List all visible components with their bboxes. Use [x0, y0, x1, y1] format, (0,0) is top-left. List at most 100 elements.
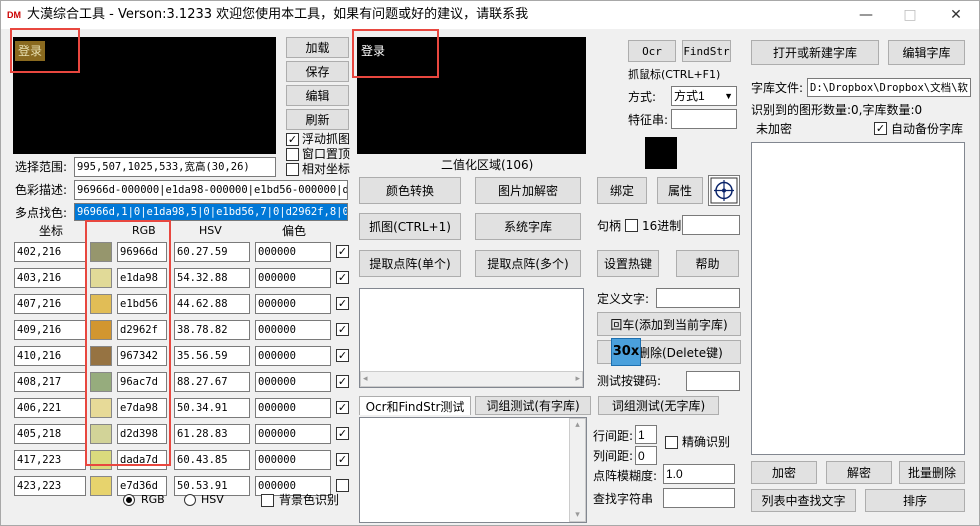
decrypt-button[interactable]: 解密 [826, 461, 892, 484]
save-button[interactable]: 保存 [286, 61, 349, 82]
hsv-field[interactable]: 35.56.59 [174, 346, 250, 366]
coord-field[interactable]: 402,216 [14, 242, 86, 262]
blur-field[interactable]: 1.0 [663, 464, 735, 484]
scroll-right-icon[interactable]: ▸ [575, 374, 580, 384]
point-enable-checkbox[interactable]: ✓ [336, 453, 349, 466]
range-field[interactable]: 995,507,1025,533,宽高(30,26) [74, 157, 276, 177]
encrypt-button[interactable]: 加密 [751, 461, 817, 484]
minimize-button[interactable]: — [843, 1, 889, 29]
offset-field[interactable]: 000000 [255, 268, 331, 288]
hsv-field[interactable]: 61.28.83 [174, 424, 250, 444]
coord-field[interactable]: 408,217 [14, 372, 86, 392]
float-capture-checkbox[interactable]: ✓ [286, 133, 299, 146]
edit-button[interactable]: 编辑 [286, 85, 349, 106]
color-desc-field[interactable]: 96966d-000000|e1da98-000000|e1bd56-00000… [74, 180, 348, 200]
batch-delete-button[interactable]: 批量删除 [899, 461, 965, 484]
scroll-left-icon[interactable]: ◂ [363, 374, 368, 384]
hsv-field[interactable]: 50.34.91 [174, 398, 250, 418]
offset-field[interactable]: 000000 [255, 450, 331, 470]
edit-lib-button[interactable]: 编辑字库 [888, 40, 965, 65]
sort-button[interactable]: 排序 [865, 489, 965, 512]
color-convert-button[interactable]: 颜色转换 [359, 177, 461, 204]
enter-add-button[interactable]: 回车(添加到当前字库) [597, 312, 741, 336]
multi-point-field[interactable]: 96966d,1|0|e1da98,5|0|e1bd56,7|0|d2962f,… [74, 203, 348, 221]
bg-color-checkbox[interactable] [261, 494, 274, 507]
lib-file-field[interactable]: D:\Dropbox\Dropbox\文档\软 [807, 78, 971, 97]
hsv-radio[interactable] [184, 494, 196, 506]
offset-field[interactable]: 000000 [255, 424, 331, 444]
coord-field[interactable]: 406,221 [14, 398, 86, 418]
hsv-field[interactable]: 54.32.88 [174, 268, 250, 288]
hsv-field[interactable]: 44.62.88 [174, 294, 250, 314]
horizontal-scrollbar[interactable]: ◂ ▸ [360, 371, 583, 387]
offset-field[interactable]: 000000 [255, 294, 331, 314]
point-enable-checkbox[interactable]: ✓ [336, 297, 349, 310]
relative-coord-checkbox[interactable] [286, 163, 299, 176]
handle-field[interactable] [682, 215, 740, 235]
coord-field[interactable]: 407,216 [14, 294, 86, 314]
maximize-button[interactable]: □ [887, 1, 933, 29]
load-button[interactable]: 加载 [286, 37, 349, 58]
refresh-button[interactable]: 刷新 [286, 109, 349, 130]
line-gap-label: 行间距: [593, 429, 634, 443]
vertical-scrollbar[interactable]: ▴ ▾ [569, 418, 586, 522]
attribute-button[interactable]: 属性 [657, 177, 703, 204]
offset-field[interactable]: 000000 [255, 320, 331, 340]
extract-multi-button[interactable]: 提取点阵(多个) [475, 250, 581, 277]
scroll-down-icon[interactable]: ▾ [575, 510, 580, 520]
feature-string-field[interactable] [671, 109, 737, 129]
offset-field[interactable]: 000000 [255, 242, 331, 262]
help-button[interactable]: 帮助 [676, 250, 739, 277]
tab-phrase-with-lib[interactable]: 词组测试(有字库) [475, 396, 591, 415]
offset-field[interactable]: 000000 [255, 398, 331, 418]
capture-button[interactable]: 抓图(CTRL+1) [359, 213, 461, 240]
find-string-field[interactable] [663, 488, 735, 508]
point-enable-checkbox[interactable] [336, 479, 349, 492]
find-in-list-button[interactable]: 列表中查找文字 [751, 489, 856, 512]
col-gap-field[interactable]: 0 [635, 446, 657, 465]
mode-select[interactable]: 方式1 ▼ [671, 86, 737, 106]
extract-single-button[interactable]: 提取点阵(单个) [359, 250, 461, 277]
point-enable-checkbox[interactable]: ✓ [336, 349, 349, 362]
point-enable-checkbox[interactable]: ✓ [336, 245, 349, 258]
font-lib-list[interactable] [751, 142, 965, 455]
hsv-field[interactable]: 60.27.59 [174, 242, 250, 262]
ocr-result-panel[interactable] [359, 417, 587, 523]
point-enable-checkbox[interactable]: ✓ [336, 401, 349, 414]
ocr-button[interactable]: Ocr [628, 40, 676, 62]
point-enable-checkbox[interactable]: ✓ [336, 375, 349, 388]
findstr-button[interactable]: FindStr [682, 40, 731, 62]
open-lib-button[interactable]: 打开或新建字库 [751, 40, 879, 65]
test-key-field[interactable] [686, 371, 740, 391]
rgb-radio[interactable] [123, 494, 135, 506]
crosshair-finder-icon[interactable] [708, 175, 740, 206]
point-enable-checkbox[interactable]: ✓ [336, 323, 349, 336]
close-button[interactable]: ✕ [933, 1, 979, 29]
system-lib-button[interactable]: 系统字库 [475, 213, 581, 240]
coord-field[interactable]: 410,216 [14, 346, 86, 366]
tab-phrase-no-lib[interactable]: 词组测试(无字库) [598, 396, 719, 415]
window-top-checkbox[interactable] [286, 148, 299, 161]
hex-checkbox[interactable] [625, 219, 638, 232]
point-enable-checkbox[interactable]: ✓ [336, 271, 349, 284]
hsv-field[interactable]: 38.78.82 [174, 320, 250, 340]
hsv-field[interactable]: 88.27.67 [174, 372, 250, 392]
tab-ocr-findstr[interactable]: Ocr和FindStr测试 [359, 396, 471, 415]
line-gap-field[interactable]: 1 [635, 425, 657, 444]
coord-field[interactable]: 423,223 [14, 476, 86, 496]
coord-field[interactable]: 403,216 [14, 268, 86, 288]
coord-field[interactable]: 405,218 [14, 424, 86, 444]
auto-backup-checkbox[interactable]: ✓ [874, 122, 887, 135]
precise-checkbox[interactable] [665, 436, 678, 449]
hsv-field[interactable]: 60.43.85 [174, 450, 250, 470]
define-text-field[interactable] [656, 288, 740, 308]
set-hotkey-button[interactable]: 设置热键 [597, 250, 659, 277]
coord-field[interactable]: 409,216 [14, 320, 86, 340]
scroll-up-icon[interactable]: ▴ [575, 420, 580, 430]
point-enable-checkbox[interactable]: ✓ [336, 427, 349, 440]
image-encrypt-button[interactable]: 图片加解密 [475, 177, 581, 204]
offset-field[interactable]: 000000 [255, 372, 331, 392]
coord-field[interactable]: 417,223 [14, 450, 86, 470]
bind-button[interactable]: 绑定 [597, 177, 647, 204]
offset-field[interactable]: 000000 [255, 346, 331, 366]
